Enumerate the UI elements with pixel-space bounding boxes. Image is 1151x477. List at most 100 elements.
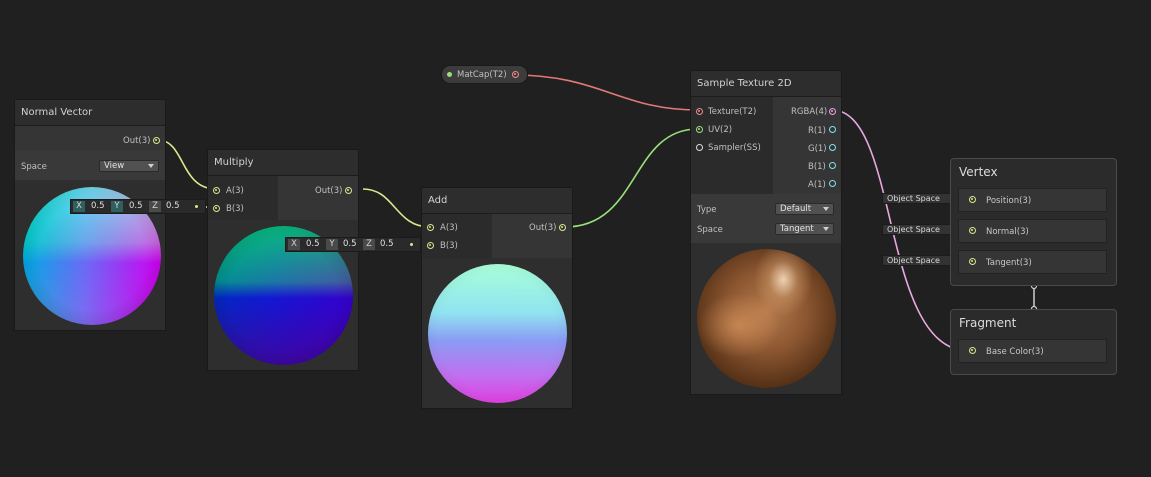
space-value: Tangent (780, 224, 814, 234)
chevron-down-icon (823, 207, 829, 211)
position-space-label: Object Space (887, 194, 940, 203)
add-y-value[interactable]: 0.5 (343, 239, 357, 250)
add-b-connector-dot (410, 243, 413, 246)
normal-vector-space-label: Space (21, 162, 47, 172)
rgba-output-label: RGBA(4) (791, 107, 828, 117)
mul-z-label: Z (149, 201, 161, 212)
matcap-out-port[interactable] (512, 71, 519, 78)
b-output-port[interactable] (829, 162, 836, 169)
multiply-a-label: A(3) (226, 186, 244, 196)
matcap-property-label: MatCap(T2) (457, 70, 507, 80)
multiply-output-area (278, 176, 358, 220)
base-color-block[interactable]: Base Color(3) (958, 339, 1107, 363)
multiply-out-label: Out(3) (315, 186, 343, 196)
normal-vector-out-label: Out(3) (123, 136, 151, 146)
type-value: Default (780, 204, 812, 214)
multiply-b-default-vector[interactable]: X 0.5 Y 0.5 Z 0.5 (70, 199, 206, 214)
b-output-label: B(1) (808, 162, 826, 172)
vertex-context[interactable]: Vertex Position(3) Normal(3) Tangent(3) (950, 158, 1117, 286)
r-output-port[interactable] (829, 126, 836, 133)
mul-x-label: X (73, 201, 85, 212)
normal-vector-space-dropdown[interactable]: View (99, 160, 159, 172)
sampler-input-port[interactable] (696, 144, 703, 151)
tangent-block[interactable]: Tangent(3) (958, 250, 1107, 274)
edge-add-to-uv (564, 128, 699, 228)
add-input-area (422, 214, 492, 258)
property-green-indicator (447, 72, 452, 77)
add-z-value[interactable]: 0.5 (380, 239, 394, 250)
matcap-property-node[interactable]: MatCap(T2) (441, 65, 528, 84)
base-color-label: Base Color(3) (986, 347, 1044, 357)
multiply-node[interactable]: Multiply A(3) B(3) Out(3) (207, 149, 359, 371)
texture-input-label: Texture(T2) (708, 107, 757, 117)
tangent-label: Tangent(3) (986, 258, 1032, 268)
normal-label: Normal(3) (986, 227, 1029, 237)
position-port[interactable] (969, 196, 976, 203)
chevron-down-icon (148, 164, 154, 168)
mul-b-connector-dot (195, 205, 198, 208)
add-b-label: B(3) (440, 241, 458, 251)
vertex-title: Vertex (959, 165, 998, 179)
space-dropdown[interactable]: Tangent (775, 223, 834, 235)
add-a-port[interactable] (427, 224, 434, 231)
add-preview (428, 264, 567, 403)
base-color-port[interactable] (969, 347, 976, 354)
multiply-b-port[interactable] (213, 205, 220, 212)
mul-z-value[interactable]: 0.5 (166, 201, 180, 212)
add-out-port[interactable] (559, 224, 566, 231)
add-z-label: Z (363, 239, 375, 250)
rgba-output-port[interactable] (829, 108, 836, 115)
a-output-label: A(1) (808, 180, 826, 190)
position-label: Position(3) (986, 196, 1032, 206)
add-y-label: Y (326, 239, 338, 250)
chevron-down-icon (823, 227, 829, 231)
normal-vector-node[interactable]: Normal Vector Out(3) Space View (14, 99, 166, 331)
r-output-label: R(1) (808, 126, 826, 136)
normal-space-label: Object Space (887, 225, 940, 234)
position-space-slot[interactable]: Object Space (882, 193, 954, 204)
uv-input-port[interactable] (696, 126, 703, 133)
add-b-default-vector[interactable]: X 0.5 Y 0.5 Z 0.5 (285, 237, 421, 252)
normal-vector-space-value: View (104, 161, 125, 171)
sample-texture-preview (697, 249, 836, 388)
a-output-port[interactable] (829, 180, 836, 187)
multiply-a-port[interactable] (213, 187, 220, 194)
add-x-label: X (288, 239, 300, 250)
sampler-input-label: Sampler(SS) (708, 143, 761, 153)
texture-input-port[interactable] (696, 108, 703, 115)
normal-space-slot[interactable]: Object Space (882, 224, 954, 235)
add-title: Add (422, 188, 572, 214)
tangent-port[interactable] (969, 258, 976, 265)
add-b-port[interactable] (427, 242, 434, 249)
type-label: Type (697, 205, 717, 215)
g-output-label: G(1) (808, 144, 827, 154)
multiply-title: Multiply (208, 150, 358, 176)
mul-y-label: Y (111, 201, 123, 212)
fragment-context[interactable]: Fragment Base Color(3) (950, 309, 1117, 375)
g-output-port[interactable] (829, 144, 836, 151)
type-dropdown[interactable]: Default (775, 203, 834, 215)
normal-block[interactable]: Normal(3) (958, 219, 1107, 243)
multiply-b-label: B(3) (226, 204, 244, 214)
normal-vector-title: Normal Vector (15, 100, 165, 126)
tangent-space-label: Object Space (887, 256, 940, 265)
tangent-space-slot[interactable]: Object Space (882, 255, 954, 266)
normal-vector-out-port[interactable] (153, 137, 160, 144)
add-a-label: A(3) (440, 223, 458, 233)
add-node[interactable]: Add A(3) B(3) Out(3) (421, 187, 573, 409)
sample-texture-title: Sample Texture 2D (691, 71, 841, 97)
add-x-value[interactable]: 0.5 (306, 239, 320, 250)
normal-port[interactable] (969, 227, 976, 234)
edge-matcap-to-texture (513, 74, 699, 111)
space-label: Space (697, 225, 723, 235)
multiply-out-port[interactable] (345, 187, 352, 194)
position-block[interactable]: Position(3) (958, 188, 1107, 212)
add-output-area (492, 214, 572, 258)
mul-x-value[interactable]: 0.5 (91, 201, 105, 212)
mul-y-value[interactable]: 0.5 (129, 201, 143, 212)
add-out-label: Out(3) (529, 223, 557, 233)
uv-input-label: UV(2) (708, 125, 733, 135)
fragment-title: Fragment (959, 316, 1017, 330)
sample-texture-2d-node[interactable]: Sample Texture 2D Texture(T2) UV(2) Samp… (690, 70, 842, 395)
edge-multiply-to-add (362, 188, 431, 228)
